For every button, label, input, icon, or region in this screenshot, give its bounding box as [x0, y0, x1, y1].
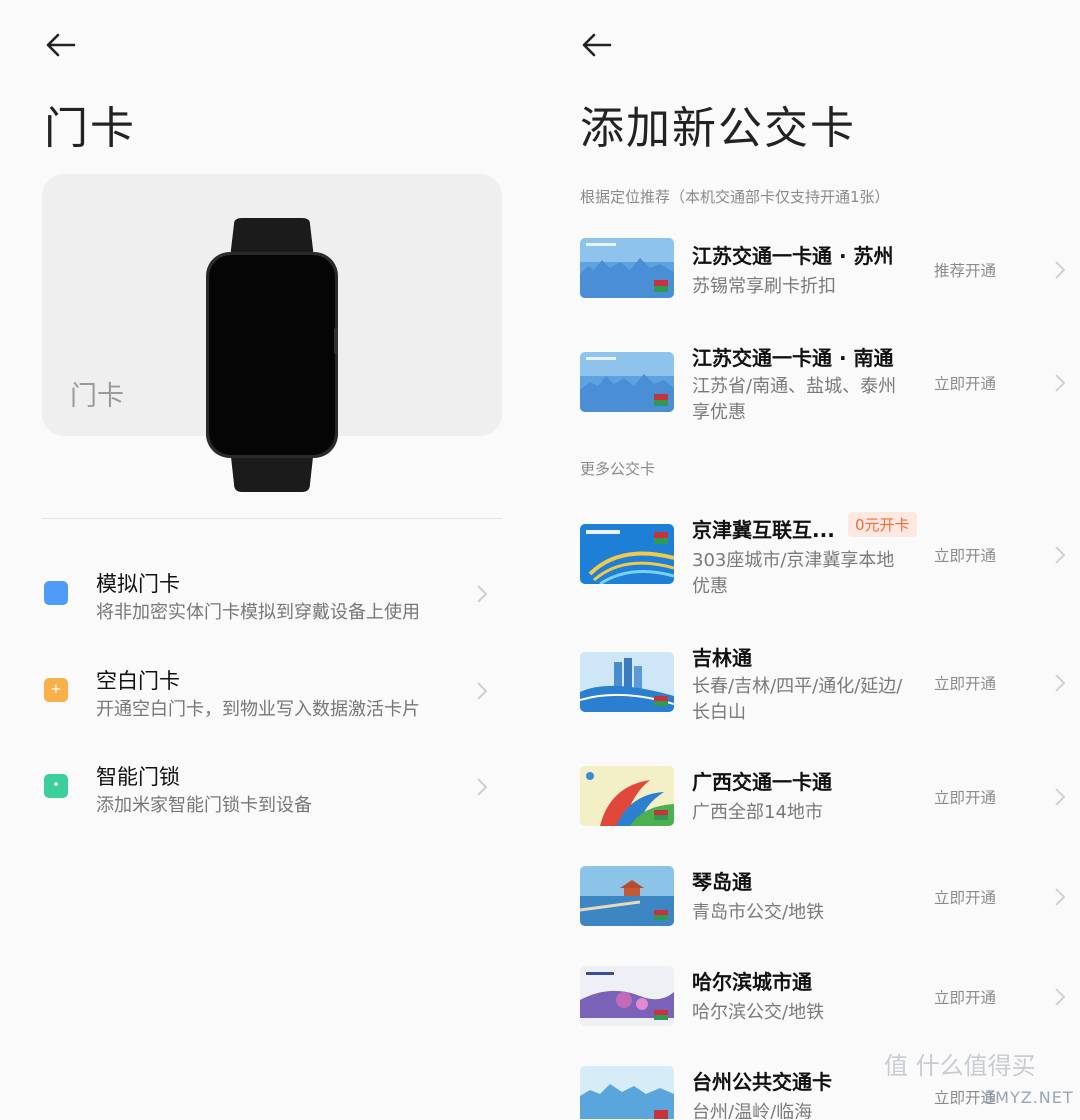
card-desc: 长春/吉林/四平/通化/延边/长白山 [692, 676, 903, 723]
chevron-right-icon [477, 778, 488, 796]
chevron-right-icon [1055, 888, 1066, 906]
card-icon [44, 581, 68, 605]
drop-icon: • [44, 774, 68, 798]
card-name: 广西交通一卡通 [692, 770, 832, 794]
watermark-logo: 值 什么值得买 [884, 1052, 1036, 1080]
free-open-badge: 0元开卡 [848, 512, 917, 537]
option-blank-card[interactable]: + 空白门卡 开通空白门卡，到物业写入数据激活卡片 [42, 665, 502, 729]
card-desc: 303座城市/京津冀享本地优惠 [692, 550, 895, 597]
card-desc: 苏锡常享刷卡折扣 [692, 276, 836, 297]
transit-card-item[interactable]: 琴岛通 青岛市公交/地铁 立即开通 [580, 866, 1066, 936]
back-arrow-icon[interactable] [580, 30, 616, 60]
open-now-button[interactable]: 立即开通 [934, 672, 996, 694]
chevron-right-icon [1055, 988, 1066, 1006]
open-now-button[interactable]: 立即开通 [934, 372, 996, 394]
option-subtitle: 添加米家智能门锁卡到设备 [96, 795, 312, 816]
recommend-open-button[interactable]: 推荐开通 [934, 259, 996, 281]
section-header-more: 更多公交卡 [580, 460, 656, 478]
option-title: 模拟门卡 [96, 572, 180, 596]
card-thumbnail [580, 866, 674, 926]
card-thumbnail [580, 652, 674, 712]
card-name: 京津冀互联互... [692, 518, 835, 542]
smart-band-image [206, 218, 338, 492]
hero-label: 门卡 [70, 381, 124, 412]
add-transit-card-screen: 添加新公交卡 根据定位推荐（本机交通部卡仅支持开通1张） 江苏交通一卡通 · 苏… [540, 0, 1080, 1119]
card-thumbnail [580, 966, 674, 1026]
option-smart-lock[interactable]: • 智能门锁 添加米家智能门锁卡到设备 [42, 761, 502, 825]
card-desc: 江苏省/南通、盐城、泰州享优惠 [692, 376, 897, 423]
chevron-right-icon [1055, 374, 1066, 392]
card-desc: 台州/温岭/临海 [692, 1102, 813, 1119]
open-now-button[interactable]: 立即开通 [934, 786, 996, 808]
card-thumbnail [580, 1066, 674, 1119]
card-name: 江苏交通一卡通 · 苏州 [692, 244, 894, 268]
open-now-button[interactable]: 立即开通 [934, 886, 996, 908]
plus-icon: + [44, 678, 68, 702]
card-thumbnail [580, 524, 674, 584]
card-name: 吉林通 [692, 646, 752, 670]
option-simulate-card[interactable]: 模拟门卡 将非加密实体门卡模拟到穿戴设备上使用 [42, 568, 502, 632]
card-name: 哈尔滨城市通 [692, 970, 812, 994]
transit-card-item[interactable]: 吉林通 长春/吉林/四平/通化/延边/长白山 立即开通 [580, 646, 1066, 732]
back-arrow-icon[interactable] [44, 30, 80, 60]
door-card-screen: 门卡 门卡 模拟门卡 将非加密实体门卡模拟到穿戴设备上使用 + 空白门卡 开通空… [0, 0, 540, 1119]
card-desc: 青岛市公交/地铁 [692, 902, 825, 923]
chevron-right-icon [1055, 788, 1066, 806]
open-now-button[interactable]: 立即开通 [934, 544, 996, 566]
chevron-right-icon [477, 682, 488, 700]
option-title: 智能门锁 [96, 765, 180, 789]
card-name: 江苏交通一卡通 · 南通 [692, 346, 894, 370]
card-name: 琴岛通 [692, 870, 752, 894]
page-title: 添加新公交卡 [580, 103, 856, 154]
card-desc: 广西全部14地市 [692, 802, 823, 823]
chevron-right-icon [1055, 261, 1066, 279]
option-subtitle: 开通空白门卡，到物业写入数据激活卡片 [96, 699, 420, 720]
section-divider [42, 518, 502, 519]
watermark-text: SMYZ.NET [984, 1088, 1074, 1107]
transit-card-item[interactable]: 广西交通一卡通 广西全部14地市 立即开通 [580, 766, 1066, 836]
transit-card-item[interactable]: 江苏交通一卡通 · 南通 江苏省/南通、盐城、泰州享优惠 立即开通 [580, 346, 1066, 432]
transit-card-item[interactable]: 江苏交通一卡通 · 苏州 苏锡常享刷卡折扣 推荐开通 [580, 238, 1066, 318]
chevron-right-icon [1055, 674, 1066, 692]
card-desc: 哈尔滨公交/地铁 [692, 1002, 825, 1023]
open-now-button[interactable]: 立即开通 [934, 986, 996, 1008]
card-thumbnail [580, 766, 674, 826]
card-thumbnail [580, 352, 674, 412]
transit-card-item[interactable]: 哈尔滨城市通 哈尔滨公交/地铁 立即开通 [580, 966, 1066, 1036]
watermark: 值 什么值得买 [884, 1040, 1074, 1120]
option-title: 空白门卡 [96, 669, 180, 693]
transit-card-item[interactable]: 京津冀互联互... 0元开卡 303座城市/京津冀享本地优惠 立即开通 [580, 512, 1066, 604]
card-name: 台州公共交通卡 [692, 1070, 832, 1094]
section-header-recommended: 根据定位推荐（本机交通部卡仅支持开通1张） [580, 188, 890, 206]
chevron-right-icon [477, 585, 488, 603]
page-title: 门卡 [44, 103, 136, 154]
card-thumbnail [580, 238, 674, 298]
option-subtitle: 将非加密实体门卡模拟到穿戴设备上使用 [96, 602, 420, 623]
chevron-right-icon [1055, 546, 1066, 564]
